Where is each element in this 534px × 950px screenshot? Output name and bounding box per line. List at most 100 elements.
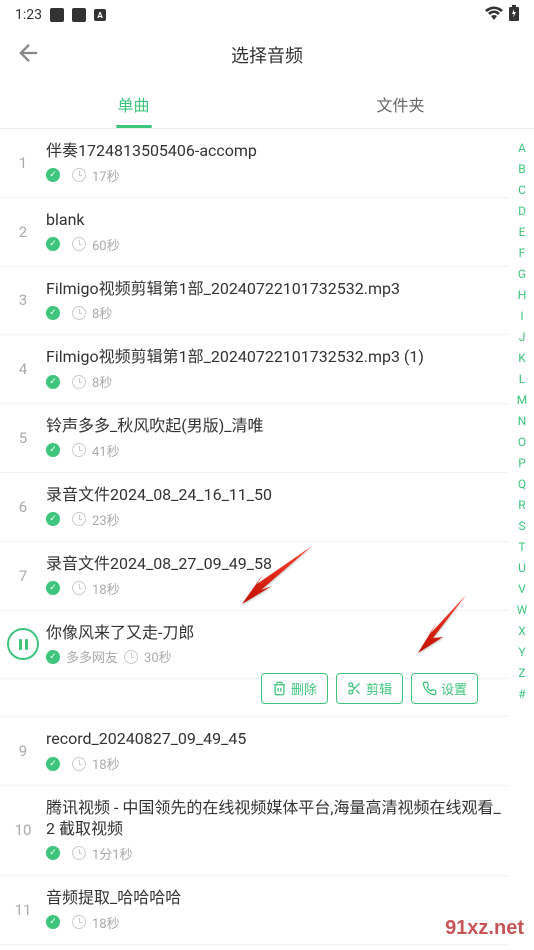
list-item[interactable]: 5 铃声多多_秋风吹起(男版)_清唯 ✓ 41秒 — [0, 404, 508, 473]
list-item[interactable]: 6 录音文件2024_08_24_16_11_50 ✓ 23秒 — [0, 473, 508, 542]
item-index: 2 — [0, 223, 46, 241]
item-index: 6 — [0, 498, 46, 516]
item-index: 5 — [0, 429, 46, 447]
item-index: 4 — [0, 360, 46, 378]
status-indicator — [72, 8, 86, 22]
clock-icon — [72, 915, 86, 929]
tab-single[interactable]: 单曲 — [0, 80, 267, 128]
alpha-letter[interactable]: S — [518, 519, 525, 533]
item-meta: ✓ 18秒 — [46, 754, 508, 773]
item-meta: ✓ 23秒 — [46, 510, 508, 529]
item-meta: ✓ 60秒 — [46, 235, 508, 254]
status-bar: 1:23 A — [0, 0, 534, 30]
item-duration: 1分1秒 — [92, 844, 133, 863]
item-index: 7 — [0, 567, 46, 585]
list-item[interactable]: 4 Filmigo视频剪辑第1部_20240722101732532.mp3 (… — [0, 335, 508, 404]
item-meta: ✓ 17秒 — [46, 166, 508, 185]
header: 选择音频 — [0, 30, 534, 80]
list-item[interactable]: 你像风来了又走-刀郎 ✓ 多多网友 30秒 — [0, 611, 508, 680]
status-a-icon: A — [94, 9, 106, 21]
alpha-letter[interactable]: N — [518, 414, 527, 428]
alpha-letter[interactable]: P — [518, 456, 526, 470]
item-title: 伴奏1724813505406-accomp — [46, 141, 508, 162]
item-duration: 18秒 — [92, 579, 120, 598]
alpha-letter[interactable]: V — [518, 582, 526, 596]
item-meta: ✓ 多多网友 30秒 — [46, 647, 508, 666]
battery-icon — [509, 5, 519, 25]
check-icon: ✓ — [46, 846, 60, 860]
alpha-letter[interactable]: M — [517, 393, 527, 407]
wifi-icon — [485, 6, 503, 24]
alpha-letter[interactable]: E — [519, 225, 526, 239]
check-icon: ✓ — [46, 915, 60, 929]
edit-button[interactable]: 剪辑 — [336, 673, 403, 704]
alpha-letter[interactable]: K — [518, 351, 526, 365]
alpha-letter[interactable]: U — [518, 561, 526, 575]
alpha-letter[interactable]: W — [517, 603, 528, 617]
set-button[interactable]: 设置 — [411, 673, 478, 704]
item-duration: 8秒 — [92, 303, 112, 322]
clock-icon — [72, 237, 86, 251]
item-title: 你像风来了又走-刀郎 — [46, 623, 508, 644]
list-item[interactable]: 3 Filmigo视频剪辑第1部_20240722101732532.mp3 ✓… — [0, 267, 508, 336]
alpha-index[interactable]: ABCDEFGHIJKLMNOPQRSTUVWXYZ # — [512, 129, 532, 701]
alpha-letter[interactable]: F — [519, 246, 526, 260]
item-index: 11 — [0, 901, 46, 919]
item-index: 10 — [0, 821, 46, 839]
alpha-letter[interactable]: I — [520, 309, 523, 323]
alpha-letter[interactable]: H — [518, 288, 527, 302]
tab-folder[interactable]: 文件夹 — [267, 80, 534, 128]
list-item[interactable]: 7 录音文件2024_08_27_09_49_58 ✓ 18秒 — [0, 542, 508, 611]
clock-icon — [72, 757, 86, 771]
list-item[interactable]: 1 伴奏1724813505406-accomp ✓ 17秒 — [0, 129, 508, 198]
clock-icon — [72, 846, 86, 860]
alpha-letter[interactable]: Z — [518, 666, 525, 680]
alpha-letter[interactable]: L — [519, 372, 525, 386]
list-item[interactable]: 10 腾讯视频 - 中国领先的在线视频媒体平台,海量高清视频在线观看_2 截取视… — [0, 786, 508, 876]
clock-icon — [72, 375, 86, 389]
item-duration: 18秒 — [92, 754, 120, 773]
alpha-letter[interactable]: J — [519, 330, 526, 344]
alpha-letter[interactable]: R — [518, 498, 525, 512]
list-item[interactable]: 12 夜曲 - 周杰伦 ✓ 3分46秒 — [0, 945, 508, 949]
check-icon: ✓ — [46, 443, 60, 457]
status-time: 1:23 — [15, 7, 42, 23]
alpha-letter[interactable]: Q — [518, 477, 526, 491]
item-title: record_20240827_09_49_45 — [46, 729, 508, 750]
alpha-letter[interactable]: X — [518, 624, 526, 638]
item-index: 9 — [0, 742, 46, 760]
list-item[interactable]: 2 blank ✓ 60秒 — [0, 198, 508, 267]
item-title: 音频提取_哈哈哈哈 — [46, 888, 508, 909]
item-title: Filmigo视频剪辑第1部_20240722101732532.mp3 (1) — [46, 347, 508, 368]
item-title: 腾讯视频 - 中国领先的在线视频媒体平台,海量高清视频在线观看_2 截取视频 — [46, 798, 508, 840]
alpha-letter[interactable]: B — [518, 162, 525, 176]
action-buttons: 删除 剪辑 设置 — [0, 673, 508, 717]
tabs: 单曲 文件夹 — [0, 80, 534, 129]
alpha-letter[interactable]: O — [518, 435, 526, 449]
alpha-letter[interactable]: # — [518, 687, 525, 701]
alpha-letter[interactable]: C — [518, 183, 526, 197]
clock-icon — [72, 306, 86, 320]
item-title: 铃声多多_秋风吹起(男版)_清唯 — [46, 416, 508, 437]
clock-icon — [72, 581, 86, 595]
pause-button[interactable] — [0, 628, 46, 660]
audio-list: 1 伴奏1724813505406-accomp ✓ 17秒 2 blank ✓… — [0, 129, 534, 949]
item-duration: 41秒 — [92, 441, 120, 460]
alpha-letter[interactable]: Y — [518, 645, 525, 659]
alpha-letter[interactable]: T — [518, 540, 525, 554]
alpha-letter[interactable]: A — [518, 141, 526, 155]
check-icon: ✓ — [46, 237, 60, 251]
item-artist: 多多网友 — [66, 647, 118, 666]
back-button[interactable] — [15, 39, 43, 71]
item-meta: ✓ 41秒 — [46, 441, 508, 460]
alpha-letter[interactable]: G — [518, 267, 526, 281]
check-icon: ✓ — [46, 581, 60, 595]
check-icon: ✓ — [46, 306, 60, 320]
item-meta: ✓ 1分1秒 — [46, 844, 508, 863]
item-duration: 30秒 — [144, 647, 172, 666]
alpha-letter[interactable]: D — [518, 204, 526, 218]
list-item[interactable]: 11 音频提取_哈哈哈哈 ✓ 18秒 — [0, 876, 508, 945]
item-title: Filmigo视频剪辑第1部_20240722101732532.mp3 — [46, 279, 508, 300]
delete-button[interactable]: 删除 — [261, 673, 328, 704]
list-item[interactable]: 9 record_20240827_09_49_45 ✓ 18秒 — [0, 717, 508, 786]
